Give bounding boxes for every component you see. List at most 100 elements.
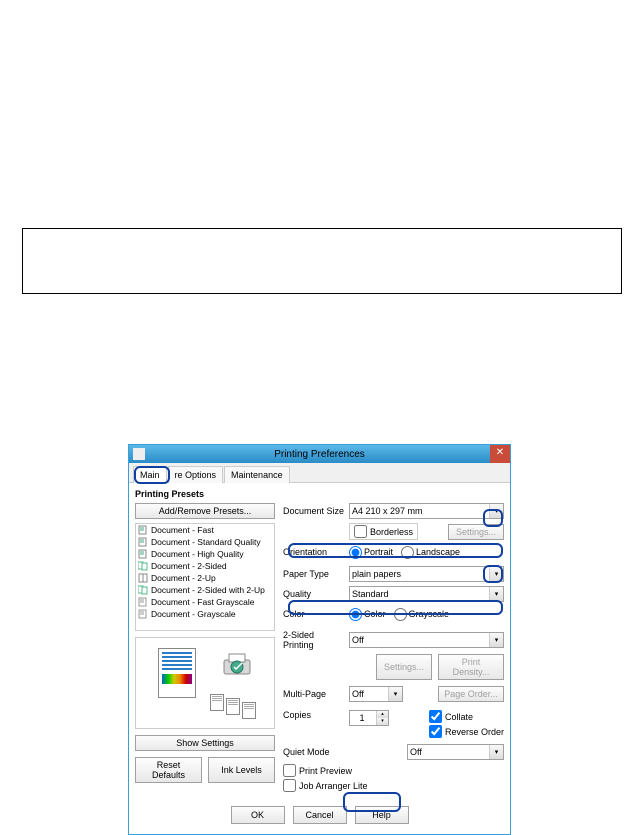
ink-levels-button[interactable]: Ink Levels (208, 757, 275, 783)
dialog-button-row: OK Cancel Help (129, 798, 510, 834)
quiet-mode-label: Quiet Mode (283, 747, 345, 757)
tab-strip: Main re Options Maintenance (129, 463, 510, 483)
doc-2up-icon (138, 573, 148, 583)
doc-2sided-icon (138, 561, 148, 571)
color-label: Color (283, 609, 345, 619)
preset-item[interactable]: Document - 2-Sided (136, 560, 274, 572)
window-title: Printing Preferences (274, 449, 365, 460)
page-stack-icon (226, 698, 240, 715)
preset-label: Document - Fast Grayscale (151, 597, 254, 607)
copies-spinner[interactable]: ▴▾ (349, 710, 389, 726)
paper-type-dropdown[interactable]: plain papers ▾ (349, 566, 504, 582)
preset-item[interactable]: Document - Fast (136, 524, 274, 536)
right-column: Document Size A4 210 x 297 mm ▾ Borderle… (283, 503, 504, 792)
printing-preferences-dialog: Printing Preferences ✕ Main re Options M… (128, 444, 511, 835)
help-button[interactable]: Help (355, 806, 409, 824)
preview-area (135, 637, 275, 729)
document-size-label: Document Size (283, 506, 345, 516)
doc-gray-icon (138, 609, 148, 619)
doc-icon (138, 525, 148, 535)
printer-icon (220, 652, 254, 682)
borderless-settings-button[interactable]: Settings... (448, 524, 504, 540)
preset-item[interactable]: Document - Fast Grayscale (136, 596, 274, 608)
tab-maintenance[interactable]: Maintenance (224, 466, 290, 483)
color-grayscale-radio[interactable]: Grayscale (394, 608, 450, 621)
printer-title-icon (133, 448, 145, 460)
outer-frame (22, 228, 622, 294)
collate-checkbox[interactable] (429, 710, 442, 723)
paper-type-value: plain papers (352, 569, 401, 579)
chevron-down-icon: ▾ (489, 745, 503, 759)
doc-2sided-2up-icon (138, 585, 148, 595)
page-stack-icon (242, 702, 256, 719)
tab-content: Printing Presets Add/Remove Presets... D… (129, 483, 510, 798)
two-sided-dropdown[interactable]: Off ▾ (349, 632, 504, 648)
close-button[interactable]: ✕ (490, 445, 510, 463)
preset-label: Document - 2-Sided with 2-Up (151, 585, 265, 595)
document-size-dropdown[interactable]: A4 210 x 297 mm ▾ (349, 503, 504, 519)
tab-more-options[interactable]: re Options (168, 466, 224, 483)
preset-item[interactable]: Document - Grayscale (136, 608, 274, 620)
reverse-order-checkbox-wrap[interactable]: Reverse Order (429, 725, 504, 738)
preset-label: Document - Grayscale (151, 609, 236, 619)
quality-value: Standard (352, 589, 389, 599)
copies-label: Copies (283, 710, 345, 720)
page-order-button[interactable]: Page Order... (438, 686, 504, 702)
page-stack-icon (210, 694, 224, 711)
copies-input[interactable] (350, 711, 374, 725)
preset-label: Document - 2-Up (151, 573, 216, 583)
preset-list[interactable]: Document - Fast Document - Standard Qual… (135, 523, 275, 631)
doc-icon (138, 537, 148, 547)
chevron-down-icon: ▾ (489, 633, 503, 647)
preset-item[interactable]: Document - Standard Quality (136, 536, 274, 548)
chevron-down-icon: ▾ (489, 587, 503, 601)
two-sided-settings-button[interactable]: Settings... (376, 654, 432, 680)
quiet-mode-value: Off (410, 747, 422, 757)
borderless-checkbox[interactable] (354, 525, 367, 538)
collate-checkbox-wrap[interactable]: Collate (429, 710, 504, 723)
borderless-checkbox-wrap[interactable]: Borderless (349, 523, 418, 540)
multi-page-value: Off (352, 689, 364, 699)
show-settings-button[interactable]: Show Settings (135, 735, 275, 751)
preset-item[interactable]: Document - High Quality (136, 548, 274, 560)
preset-item[interactable]: Document - 2-Up (136, 572, 274, 584)
reset-defaults-button[interactable]: Reset Defaults (135, 757, 202, 783)
preset-label: Document - Standard Quality (151, 537, 261, 547)
two-sided-label: 2-Sided Printing (283, 630, 345, 650)
job-arranger-checkbox[interactable] (283, 779, 296, 792)
quality-dropdown[interactable]: Standard ▾ (349, 586, 504, 602)
spinner-up-icon[interactable]: ▴ (376, 711, 388, 718)
two-sided-value: Off (352, 635, 364, 645)
preset-label: Document - Fast (151, 525, 214, 535)
print-density-button[interactable]: Print Density... (438, 654, 504, 680)
spinner-down-icon[interactable]: ▾ (376, 718, 388, 725)
chevron-down-icon: ▾ (388, 687, 402, 701)
doc-gray-icon (138, 597, 148, 607)
preset-item[interactable]: Document - 2-Sided with 2-Up (136, 584, 274, 596)
reverse-order-checkbox[interactable] (429, 725, 442, 738)
tab-main[interactable]: Main (133, 466, 167, 483)
multi-page-dropdown[interactable]: Off ▾ (349, 686, 403, 702)
orientation-portrait-radio[interactable]: Portrait (349, 546, 393, 559)
titlebar: Printing Preferences ✕ (129, 445, 510, 463)
orientation-landscape-radio[interactable]: Landscape (401, 546, 460, 559)
presets-heading: Printing Presets (135, 489, 504, 499)
paper-type-label: Paper Type (283, 569, 345, 579)
ok-button[interactable]: OK (231, 806, 285, 824)
orientation-label: Orientation (283, 547, 345, 557)
doc-icon (138, 549, 148, 559)
print-preview-checkbox[interactable] (283, 764, 296, 777)
color-color-radio[interactable]: Color (349, 608, 386, 621)
multi-page-label: Multi-Page (283, 689, 345, 699)
quality-label: Quality (283, 589, 345, 599)
preset-label: Document - 2-Sided (151, 561, 227, 571)
document-size-value: A4 210 x 297 mm (352, 506, 423, 516)
preset-label: Document - High Quality (151, 549, 244, 559)
quiet-mode-dropdown[interactable]: Off ▾ (407, 744, 504, 760)
chevron-down-icon: ▾ (489, 567, 503, 581)
job-arranger-checkbox-wrap[interactable]: Job Arranger Lite (283, 779, 504, 792)
doc-preview-icon (158, 648, 196, 698)
print-preview-checkbox-wrap[interactable]: Print Preview (283, 764, 504, 777)
add-remove-presets-button[interactable]: Add/Remove Presets... (135, 503, 275, 519)
cancel-button[interactable]: Cancel (293, 806, 347, 824)
